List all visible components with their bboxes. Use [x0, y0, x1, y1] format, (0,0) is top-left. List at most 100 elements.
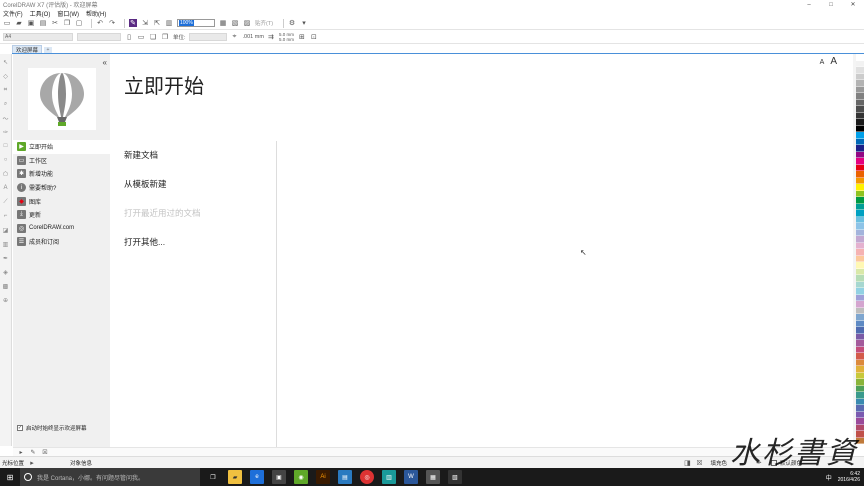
zoom-level-value: 100%: [179, 20, 194, 26]
new-from-template-link[interactable]: 从模板新建: [124, 169, 201, 198]
file-explorer-icon[interactable]: ▰: [228, 470, 242, 484]
shape-tool-icon[interactable]: ◇: [2, 72, 10, 80]
app-blue-icon[interactable]: ▤: [338, 470, 352, 484]
treat-as-filled-icon[interactable]: ⊡: [310, 33, 318, 41]
nav-item-whats-new[interactable]: ✱ 新增功能: [13, 167, 110, 181]
minimize-button[interactable]: –: [798, 0, 820, 9]
ellipse-tool-icon[interactable]: ○: [2, 156, 10, 164]
add-tool-icon[interactable]: ⊕: [2, 296, 10, 304]
polygon-tool-icon[interactable]: ⬠: [2, 170, 10, 178]
redo-icon[interactable]: ↷: [108, 19, 116, 27]
pen-icon[interactable]: ✎: [29, 448, 37, 456]
collapse-panel-button[interactable]: «: [103, 58, 107, 67]
store-icon[interactable]: ▣: [272, 470, 286, 484]
drawing-units-icon[interactable]: ⊞: [298, 33, 306, 41]
rectangle-tool-icon[interactable]: □: [2, 142, 10, 150]
landscape-icon[interactable]: ▭: [137, 33, 145, 41]
nav-item-workspace[interactable]: ▭ 工作区: [13, 154, 110, 168]
nav-item-need-help[interactable]: i 需要帮助?: [13, 181, 110, 195]
duplicate-distance-fields[interactable]: 5.0 mm 5.0 mm: [279, 32, 294, 42]
drop-shadow-icon[interactable]: ◪: [2, 226, 10, 234]
save-icon[interactable]: ▣: [27, 19, 35, 27]
copy-icon[interactable]: ❐: [63, 19, 71, 27]
connector-tool-icon[interactable]: ⌐: [2, 212, 10, 220]
no-fill-icon[interactable]: ☒: [695, 459, 703, 467]
new-document-icon[interactable]: ▭: [3, 19, 11, 27]
snap-to-dropdown[interactable]: 贴齐(T): [255, 19, 273, 27]
chrome-icon[interactable]: ◎: [360, 470, 374, 484]
pick-tool-icon[interactable]: ↖: [2, 58, 10, 66]
task-view-icon[interactable]: ❐: [206, 470, 220, 484]
nudge-distance-value[interactable]: .001 mm: [243, 34, 264, 40]
windows-start-icon[interactable]: ⊞: [0, 468, 20, 486]
app-dark-icon[interactable]: ▧: [448, 470, 462, 484]
taskbar-clock[interactable]: 6:42 2016/4/26: [838, 471, 860, 483]
nav-label: 新增功能: [29, 172, 54, 179]
rulers-icon[interactable]: ▧: [231, 19, 239, 27]
close-button[interactable]: ✕: [842, 0, 864, 9]
import-icon[interactable]: ⇲: [141, 19, 149, 27]
download-icon: ⤓: [17, 210, 26, 220]
grid-icon[interactable]: ▨: [243, 19, 251, 27]
open-recent-link: 打开最近用过的文档: [124, 207, 201, 218]
options-icon[interactable]: ⚙: [288, 19, 296, 27]
maximize-button[interactable]: □: [820, 0, 842, 9]
all-pages-icon[interactable]: ❏: [149, 33, 157, 41]
welcome-side-panel: « ▶ 立即开始 ▭ 工作区 ✱ 新增功能 i 需要帮助? ◆ 图库 ⤓ 更新 …: [13, 54, 110, 447]
print-icon[interactable]: ▤: [39, 19, 47, 27]
edge-icon[interactable]: e: [250, 470, 264, 484]
page-title: 立即开始: [124, 76, 204, 98]
show-on-startup-option[interactable]: ✓ 启动时始终显示欢迎屏幕: [17, 424, 87, 432]
new-document-link[interactable]: 新建文档: [124, 140, 201, 169]
no-color-icon[interactable]: ☒: [41, 448, 49, 456]
illustrator-icon[interactable]: Ai: [316, 470, 330, 484]
increase-font-button[interactable]: A: [830, 56, 837, 67]
expand-arrow-icon[interactable]: ▸: [28, 459, 36, 467]
undo-icon[interactable]: ↶: [96, 19, 104, 27]
interactive-fill-icon[interactable]: ◈: [2, 268, 10, 276]
tab-welcome-screen[interactable]: 欢迎屏幕: [12, 45, 43, 54]
cortana-search-box[interactable]: 我是 Cortana，小娜。有问题尽管问我。: [20, 468, 200, 486]
paper-dimensions-field[interactable]: [77, 33, 121, 41]
portrait-icon[interactable]: ▯: [125, 33, 133, 41]
freehand-tool-icon[interactable]: 〜: [2, 114, 10, 123]
transparency-tool-icon[interactable]: ▥: [2, 240, 10, 248]
ime-indicator[interactable]: 中: [826, 473, 832, 482]
paper-size-select[interactable]: A4: [3, 33, 73, 41]
nav-item-get-started[interactable]: ▶ 立即开始: [13, 140, 110, 154]
application-launcher-icon[interactable]: ▾: [300, 19, 308, 27]
open-folder-icon[interactable]: ▰: [15, 19, 23, 27]
parallel-dimension-icon[interactable]: ⟋: [2, 198, 10, 206]
open-other-link[interactable]: 打开其他...: [124, 227, 201, 256]
eyedropper-tool-icon[interactable]: ✒: [2, 254, 10, 262]
decrease-font-button[interactable]: A: [820, 59, 825, 66]
current-page-icon[interactable]: ❐: [161, 33, 169, 41]
zoom-level-select[interactable]: 100%: [177, 19, 215, 27]
show-on-startup-checkbox[interactable]: ✓: [17, 425, 23, 431]
word-icon[interactable]: W: [404, 470, 418, 484]
cut-icon[interactable]: ✂: [51, 19, 59, 27]
units-select[interactable]: [188, 33, 227, 41]
color-palette[interactable]: [856, 54, 864, 444]
paste-icon[interactable]: ▢: [75, 19, 83, 27]
smart-fill-icon[interactable]: ▩: [2, 282, 10, 290]
export-icon[interactable]: ⇱: [153, 19, 161, 27]
nav-item-updates[interactable]: ⤓ 更新: [13, 208, 110, 222]
duplicate-y-value: 5.0 mm: [278, 37, 294, 42]
text-tool-icon[interactable]: A: [2, 184, 10, 192]
zoom-tool-icon[interactable]: ⌕: [2, 100, 10, 108]
coreldraw-taskbar-icon[interactable]: ◉: [294, 470, 308, 484]
nav-item-gallery[interactable]: ◆ 图库: [13, 194, 110, 208]
photos-icon[interactable]: ▦: [426, 470, 440, 484]
publish-pdf-icon[interactable]: ▥: [165, 19, 173, 27]
fill-bucket-icon[interactable]: ◨: [683, 459, 691, 467]
artistic-media-icon[interactable]: ✑: [2, 128, 10, 136]
nav-label: 立即开始: [29, 145, 54, 152]
corel-connect-icon[interactable]: ✎: [129, 19, 137, 27]
play-arrow-icon[interactable]: ▸: [17, 448, 25, 456]
crop-tool-icon[interactable]: ⌗: [2, 86, 10, 94]
app-teal-icon[interactable]: ▥: [382, 470, 396, 484]
full-screen-icon[interactable]: ▦: [219, 19, 227, 27]
nav-item-coreldraw-com[interactable]: ◎ CorelDRAW.com: [13, 222, 110, 236]
nav-item-membership[interactable]: ☰ 成员和订阅: [13, 235, 110, 249]
